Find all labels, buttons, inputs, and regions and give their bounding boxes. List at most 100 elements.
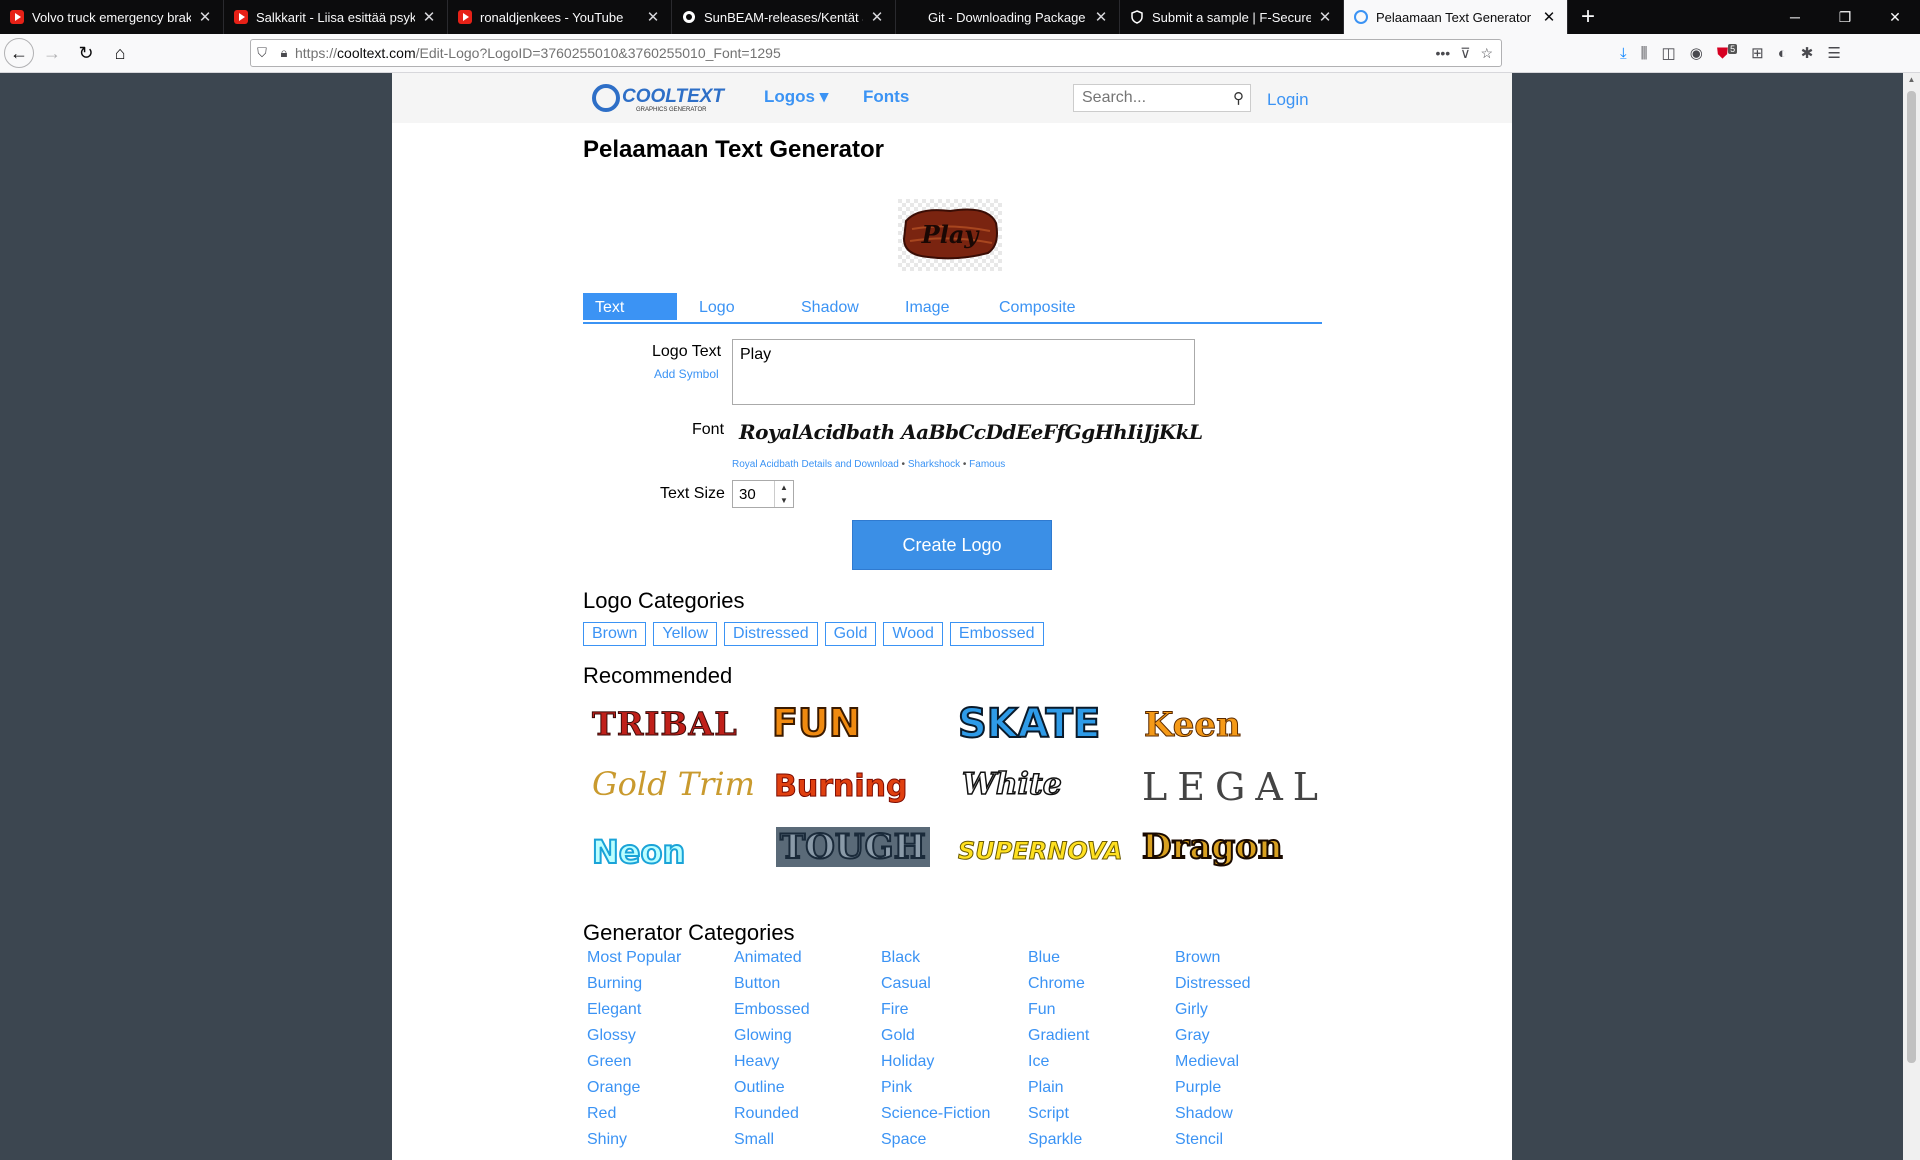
account-icon[interactable]: ◉ — [1690, 44, 1703, 62]
reload-icon[interactable]: ↻ — [70, 37, 102, 69]
add-symbol-link[interactable]: Add Symbol — [654, 367, 719, 381]
forward-icon[interactable]: → — [36, 37, 68, 69]
menu-icon[interactable]: ☰ — [1827, 44, 1840, 62]
ublock-icon[interactable]: ⛊ 5 — [1717, 44, 1738, 62]
minimize-icon[interactable]: ─ — [1770, 0, 1820, 34]
generator-category-link[interactable]: Green — [587, 1053, 727, 1079]
download-icon[interactable]: ⤓ — [1620, 45, 1627, 62]
library-icon[interactable]: ⫼ — [1641, 45, 1648, 62]
generator-category-link[interactable]: Distressed — [1175, 975, 1315, 1001]
page-scrollbar[interactable]: ▲ — [1903, 73, 1920, 1160]
generator-category-link[interactable]: Purple — [1175, 1079, 1315, 1105]
generator-category-link[interactable]: Casual — [881, 975, 1021, 1001]
recommended-logo-tough[interactable]: TOUGH — [776, 826, 930, 868]
recommended-logo-gold-trim[interactable]: Gold Trim — [592, 765, 755, 803]
generator-category-link[interactable]: Science-Fiction — [881, 1105, 1021, 1131]
generator-category-link[interactable]: Orange — [587, 1079, 727, 1105]
search-input[interactable] — [1080, 88, 1224, 108]
text-size-stepper[interactable]: 30 ▲ ▼ — [732, 480, 794, 508]
generator-category-link[interactable]: Elegant — [587, 1001, 727, 1027]
scroll-up-icon[interactable]: ▲ — [1903, 75, 1920, 84]
spin-up-icon[interactable]: ▲ — [780, 483, 788, 492]
close-tab-icon[interactable]: ✕ — [1541, 8, 1557, 26]
close-tab-icon[interactable]: ✕ — [421, 8, 437, 26]
recommended-logo-legal[interactable]: LEGAL — [1142, 765, 1328, 809]
restore-icon[interactable]: ❐ — [1820, 0, 1870, 34]
recommended-logo-white[interactable]: White — [961, 766, 1062, 803]
tab-shadow[interactable]: Shadow — [801, 293, 859, 320]
bookmark-star-icon[interactable]: ☆ — [1480, 45, 1493, 62]
scrollbar-thumb[interactable] — [1907, 91, 1916, 1063]
cooltext-logo[interactable]: COOLTEXT GRAPHICS GENERATOR — [592, 83, 732, 113]
search-icon[interactable]: ⚲ — [1233, 89, 1244, 107]
category-embossed[interactable]: Embossed — [949, 622, 1044, 646]
close-tab-icon[interactable]: ✕ — [869, 8, 885, 26]
category-yellow[interactable]: Yellow — [653, 622, 718, 646]
tab-logo[interactable]: Logo — [699, 293, 735, 320]
generator-category-link[interactable]: Gold — [881, 1027, 1021, 1053]
generator-category-link[interactable]: Sparkle — [1028, 1131, 1168, 1157]
generator-category-link[interactable]: Ice — [1028, 1053, 1168, 1079]
generator-category-link[interactable]: Gray — [1175, 1027, 1315, 1053]
home-icon[interactable]: ⌂ — [104, 37, 136, 69]
recommended-logo-tribal[interactable]: TRIBAL — [592, 705, 738, 744]
tab-image[interactable]: Image — [905, 293, 949, 320]
font-details-link[interactable]: Royal Acidbath Details and Download — [732, 459, 899, 470]
font-link-sharkshock[interactable]: Sharkshock — [908, 459, 960, 470]
browser-tab[interactable]: Submit a sample | F-Secure ✕ — [1120, 0, 1344, 34]
url-text[interactable]: https://cooltext.com/Edit-Logo?LogoID=37… — [295, 45, 1435, 61]
url-bar[interactable]: ⛉ 🔒︎ https://cooltext.com/Edit-Logo?Logo… — [250, 39, 1502, 67]
generator-category-link[interactable]: Holiday — [881, 1053, 1021, 1079]
generator-category-link[interactable]: Embossed — [734, 1001, 874, 1027]
logo-text-input[interactable]: Play — [732, 339, 1195, 405]
generator-category-link[interactable]: Girly — [1175, 1001, 1315, 1027]
generator-category-link[interactable]: Brown — [1175, 949, 1315, 975]
generator-category-link[interactable]: Outline — [734, 1079, 874, 1105]
font-sample-selector[interactable]: RoyalAcidbath AaBbCcDdEeFfGgHhIiJjKkL — [739, 420, 1203, 444]
close-tab-icon[interactable]: ✕ — [197, 8, 213, 26]
generator-category-link[interactable]: Script — [1028, 1105, 1168, 1131]
page-actions-icon[interactable]: ••• — [1435, 45, 1450, 62]
login-link[interactable]: Login — [1267, 90, 1309, 110]
generator-category-link[interactable]: Medieval — [1175, 1053, 1315, 1079]
generator-category-link[interactable]: Button — [734, 975, 874, 1001]
generator-category-link[interactable]: Heavy — [734, 1053, 874, 1079]
tab-composite[interactable]: Composite — [999, 293, 1075, 320]
recommended-logo-fun[interactable]: FUN — [771, 700, 862, 746]
generator-category-link[interactable]: Fire — [881, 1001, 1021, 1027]
browser-tab[interactable]: SunBEAM-releases/Kentät at 1. ✕ — [672, 0, 896, 34]
generator-category-link[interactable]: Fun — [1028, 1001, 1168, 1027]
category-distressed[interactable]: Distressed — [724, 622, 818, 646]
category-wood[interactable]: Wood — [883, 622, 943, 646]
generator-category-link[interactable]: Black — [881, 949, 1021, 975]
generator-category-link[interactable]: Small — [734, 1131, 874, 1157]
nav-fonts-link[interactable]: Fonts — [863, 87, 909, 107]
close-tab-icon[interactable]: ✕ — [645, 8, 661, 26]
browser-tab[interactable]: ronaldjenkees - YouTube ✕ — [448, 0, 672, 34]
category-brown[interactable]: Brown — [583, 622, 647, 646]
nav-logos-link[interactable]: Logos ▾ — [764, 87, 828, 107]
recommended-logo-skate[interactable]: SKATE — [957, 700, 1101, 748]
recommended-logo-keen[interactable]: Keen — [1144, 705, 1242, 746]
extension-icon[interactable]: ⊞ — [1751, 44, 1764, 62]
generator-category-link[interactable]: Stencil — [1175, 1131, 1315, 1157]
generator-category-link[interactable]: Gradient — [1028, 1027, 1168, 1053]
recommended-logo-supernova[interactable]: SUPERNOVA — [957, 837, 1122, 866]
tracking-shield-icon[interactable]: ⛉ — [251, 45, 273, 61]
generator-category-link[interactable]: Chrome — [1028, 975, 1168, 1001]
generator-category-link[interactable]: Space — [881, 1131, 1021, 1157]
recommended-logo-burning[interactable]: Burning — [774, 769, 908, 805]
generator-category-link[interactable]: Blue — [1028, 949, 1168, 975]
generator-category-link[interactable]: Glowing — [734, 1027, 874, 1053]
sidebar-icon[interactable]: ◫ — [1662, 44, 1676, 62]
browser-tab-active[interactable]: Pelaamaan Text Generator ✕ — [1344, 0, 1568, 34]
spin-down-icon[interactable]: ▼ — [780, 496, 788, 505]
generator-category-link[interactable]: Pink — [881, 1079, 1021, 1105]
font-link-famous[interactable]: Famous — [969, 459, 1005, 470]
recommended-logo-neon[interactable]: Neon — [591, 832, 686, 872]
category-gold[interactable]: Gold — [824, 622, 877, 646]
generator-category-link[interactable]: Plain — [1028, 1079, 1168, 1105]
browser-tab[interactable]: Salkkarit - Liisa esittää psykolog ✕ — [224, 0, 448, 34]
new-tab-button[interactable]: + — [1568, 0, 1608, 34]
generator-category-link[interactable]: Shiny — [587, 1131, 727, 1157]
